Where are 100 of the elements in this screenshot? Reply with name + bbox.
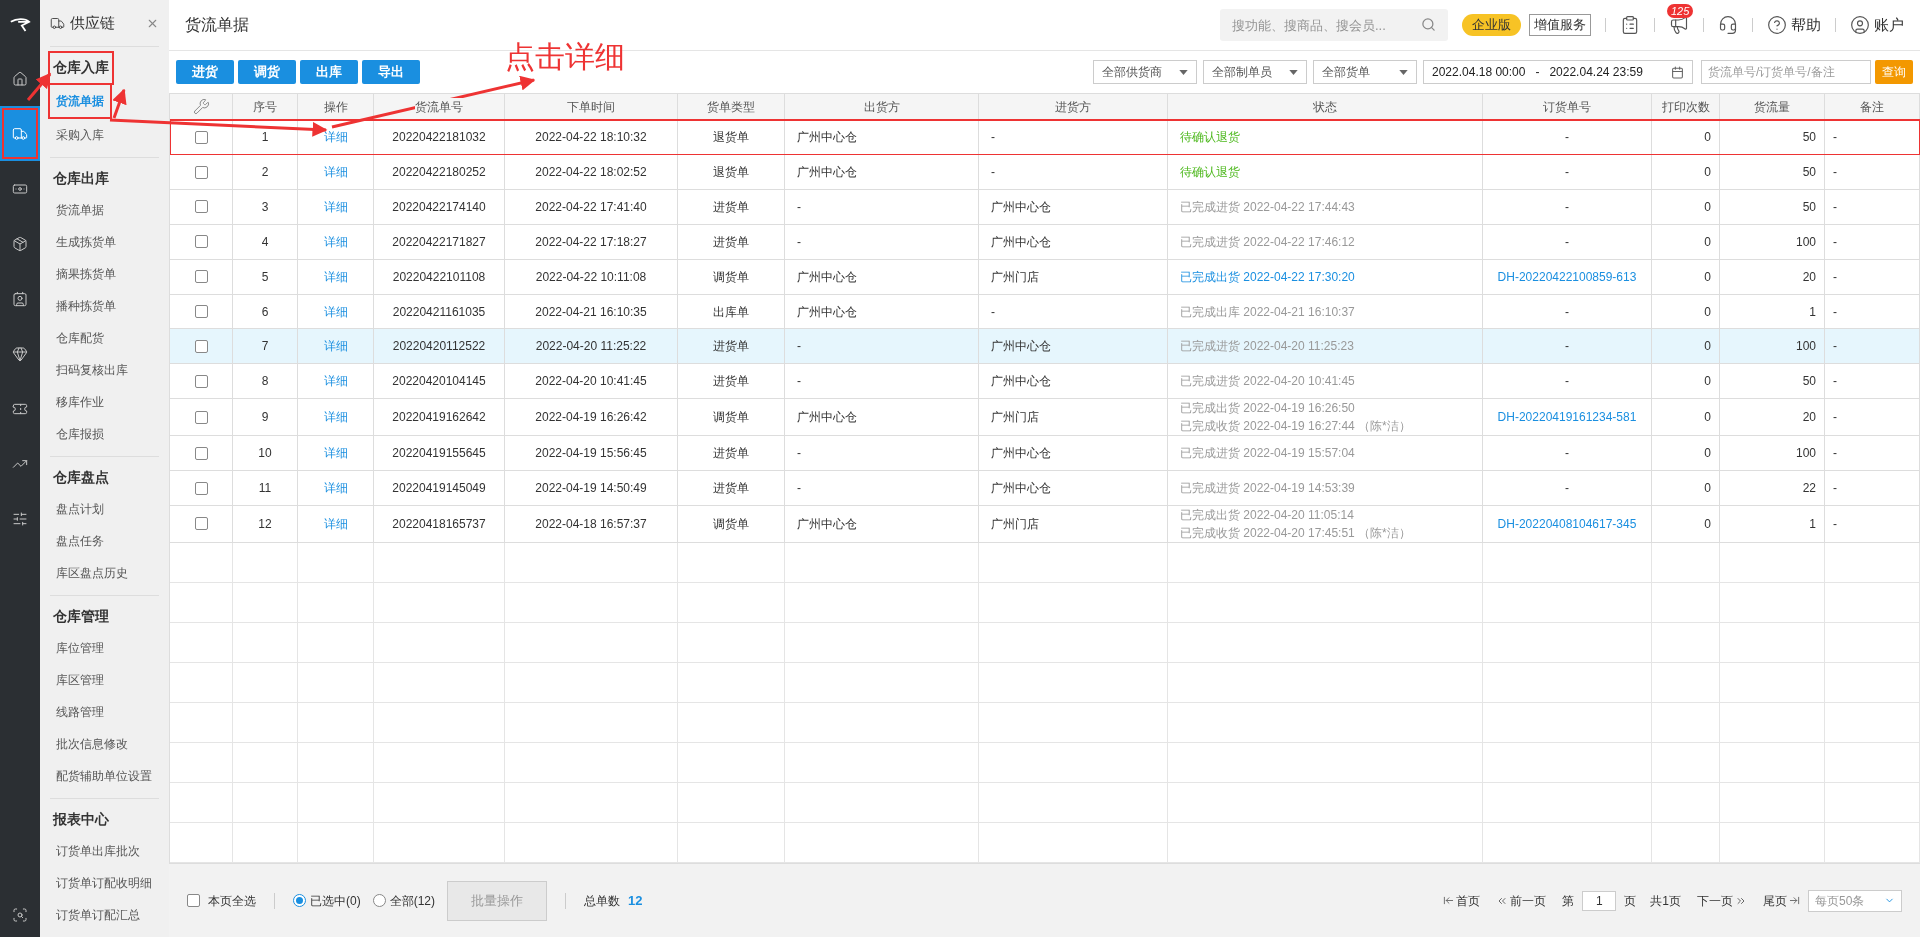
table-cell-text: 20220418165737 (392, 515, 486, 533)
sidebar-item[interactable]: 采购入库 (50, 119, 110, 151)
detail-link[interactable]: 详细 (323, 128, 348, 147)
sidebar-item[interactable]: 播种拣货单 (50, 290, 122, 322)
first-icon (1443, 895, 1455, 906)
sidebar-item[interactable]: 摘果拣货单 (50, 258, 122, 290)
order-link[interactable]: - (1565, 337, 1569, 356)
row-checkbox[interactable] (194, 270, 208, 284)
order-link[interactable]: - (1565, 372, 1569, 391)
table-cell-text: 广州门店 (991, 515, 1039, 533)
select-page-checkbox[interactable] (187, 894, 200, 907)
order-link[interactable]: DH-20220422100859-613 (1497, 267, 1637, 286)
sidebar-item[interactable]: 扫码复核出库 (50, 354, 134, 386)
table-row[interactable]: 2 详细 20220422180252 2022-04-22 18:02:52 退货单 广州中心仓 - 待确认退货 - 0 50 - (170, 155, 1920, 190)
row-checkbox[interactable] (194, 235, 208, 249)
help-link[interactable]: 帮助 (1767, 13, 1821, 37)
prev-page-button[interactable]: 前一页 (1496, 891, 1547, 910)
row-checkbox[interactable] (194, 517, 208, 531)
detail-link[interactable]: 详细 (323, 232, 348, 251)
table-row[interactable]: 12 详细 20220418165737 2022-04-18 16:57:37 调货单 广州中心仓 广州门店 已完成出货 2022-04-20 11:05:14 已完成收货 2022-04-20 17:45:51 （陈*洁） DH-20220408104617-345 0 1 - (170, 505, 1920, 543)
detail-link[interactable]: 详细 (323, 163, 348, 181)
sidebar-item[interactable]: 配货辅助单位设置 (50, 760, 158, 792)
detail-link[interactable]: 详细 (323, 444, 348, 463)
table-row[interactable]: 6 详细 20220421161035 2022-04-21 16:10:35 出库单 广州中心仓 - 已完成出库 2022-04-21 16:10:37 - 0 1 - (170, 294, 1920, 330)
sidebar-item[interactable]: 库区盘点历史 (50, 557, 134, 589)
sidebar-item[interactable]: 批次信息修改 (50, 728, 134, 760)
row-checkbox[interactable] (194, 481, 208, 495)
row-checkbox[interactable] (194, 130, 208, 144)
order-link[interactable]: - (1565, 197, 1569, 216)
order-link[interactable]: - (1565, 232, 1569, 251)
headset-icon[interactable] (1718, 15, 1738, 35)
sidebar-item[interactable]: 仓库报损 (50, 418, 110, 450)
radio-button[interactable] (293, 894, 306, 907)
sidebar-item[interactable]: 订货单订配汇总 (50, 899, 146, 931)
sidebar-item[interactable]: 移库作业 (50, 386, 110, 418)
filter-select[interactable]: 全部货单 (1313, 60, 1417, 84)
table-row[interactable]: 9 详细 20220419162642 2022-04-19 16:26:42 调货单 广州中心仓 广州门店 已完成出货 2022-04-19 16:26:50 已完成收货 2022-04-19 16:27:44 （陈*洁） DH-20220419161234-581 0 20 - (170, 399, 1920, 437)
table-row[interactable]: 11 详细 20220419145049 2022-04-19 14:50:49 进货单 - 广州中心仓 已完成进货 2022-04-19 14:53:39 - 0 22 - (170, 471, 1920, 506)
table-cell-text: 0 (1704, 409, 1711, 427)
order-link[interactable]: - (1565, 479, 1569, 497)
row-checkbox[interactable] (194, 200, 208, 214)
row-checkbox[interactable] (194, 165, 208, 179)
clipboard-icon[interactable] (1620, 15, 1640, 35)
first-page-button[interactable]: 首页 (1443, 891, 1481, 910)
detail-link[interactable]: 详细 (323, 372, 348, 391)
status-text: 已完成出货 2022-04-22 17:30:20 (1180, 268, 1356, 286)
row-checkbox[interactable] (194, 339, 208, 353)
column-header: 进货方 (1055, 97, 1091, 116)
detail-link[interactable]: 详细 (323, 197, 348, 216)
search-field[interactable]: 搜功能、搜商品、搜会员... (1220, 9, 1448, 41)
table-row[interactable]: 10 详细 20220419155645 2022-04-19 15:56:45 进货单 - 广州中心仓 已完成进货 2022-04-19 15:57:04 - 0 100 - (170, 436, 1920, 472)
filter-select[interactable]: 全部供货商 (1093, 60, 1197, 84)
page-field[interactable]: 1 (1582, 890, 1617, 911)
order-link[interactable]: - (1565, 302, 1569, 321)
table-cell-text: - (1833, 480, 1837, 497)
sidebar-item[interactable]: 订货单订配收明细 (50, 867, 158, 899)
sidebar-item[interactable]: 仓库配货 (50, 322, 110, 354)
detail-link[interactable]: 详细 (323, 302, 348, 321)
filter-select[interactable]: 全部制单员 (1203, 60, 1307, 84)
row-checkbox[interactable] (194, 305, 208, 318)
order-link[interactable]: - (1565, 444, 1569, 463)
order-link[interactable]: - (1565, 128, 1569, 147)
account-link[interactable]: 账户 (1850, 13, 1904, 37)
detail-link[interactable]: 详细 (323, 479, 348, 497)
table-cell-text: - (1833, 268, 1837, 286)
sidebar-item[interactable]: 库区管理 (50, 664, 110, 696)
row-checkbox[interactable] (194, 410, 208, 424)
detail-link[interactable]: 详细 (323, 514, 348, 533)
value-service-button[interactable]: 增值服务 (1529, 14, 1591, 36)
sidebar-item[interactable]: 盘点任务 (50, 525, 110, 557)
sidebar-item[interactable]: 库位管理 (50, 632, 110, 664)
table-row[interactable]: 7 详细 20220420112522 2022-04-20 11:25:22 进货单 - 广州中心仓 已完成进货 2022-04-20 11:25:23 - 0 100 - (170, 329, 1920, 365)
sidebar-item[interactable]: 订货单出库批次 (50, 835, 146, 867)
table-row[interactable]: 8 详细 20220420104145 2022-04-20 10:41:45 进货单 - 广州中心仓 已完成进货 2022-04-20 10:41:45 - 0 50 - (170, 364, 1920, 400)
sidebar-item[interactable]: 线路管理 (50, 696, 110, 728)
order-link[interactable]: DH-20220408104617-345 (1497, 514, 1637, 533)
order-search-field[interactable]: 货流单号/订货单号/备注 (1701, 60, 1871, 84)
table-row[interactable]: 3 详细 20220422174140 2022-04-22 17:41:40 进货单 - 广州中心仓 已完成进货 2022-04-22 17:44:43 - 0 50 - (170, 189, 1920, 225)
table-row[interactable]: 4 详细 20220422171827 2022-04-22 17:18:27 进货单 - 广州中心仓 已完成进货 2022-04-22 17:46:12 - 0 100 - (170, 224, 1920, 260)
column-header: 备注 (1860, 97, 1884, 116)
table-row[interactable]: 1 详细 20220422181032 2022-04-22 18:10:32 退货单 广州中心仓 - 待确认退货 - 0 50 - (170, 120, 1920, 156)
table-cell-text: 0 (1704, 164, 1711, 181)
settings-icon[interactable] (192, 98, 210, 116)
date-range-field[interactable]: 2022.04.18 00:00 - 2022.04.24 23:59 (1423, 60, 1693, 84)
sidebar-item[interactable]: 盘点计划 (50, 493, 110, 525)
next-page-button[interactable]: 下一页 (1697, 891, 1747, 910)
sidebar-item[interactable]: 生成拣货单 (50, 226, 122, 258)
radio-label: 已选中(0) (310, 892, 361, 910)
table-cell-text: - (1833, 129, 1837, 147)
last-page-button[interactable]: 尾页 (1763, 891, 1800, 910)
megaphone-icon[interactable] (1669, 15, 1689, 35)
order-link[interactable]: - (1565, 163, 1569, 181)
order-link[interactable]: DH-20220419161234-581 (1497, 408, 1637, 427)
detail-link[interactable]: 详细 (323, 408, 348, 427)
row-checkbox[interactable] (194, 374, 208, 388)
row-checkbox[interactable] (194, 446, 208, 460)
table-row[interactable]: 5 详细 20220422101108 2022-04-22 10:11:08 调货单 广州中心仓 广州门店 已完成出货 2022-04-22 17:30:20 DH-20220422100859-613 0 20 - (170, 259, 1920, 295)
detail-link[interactable]: 详细 (323, 267, 348, 286)
sidebar-item[interactable]: 货流单据 (50, 194, 110, 226)
radio-button[interactable] (372, 894, 386, 907)
